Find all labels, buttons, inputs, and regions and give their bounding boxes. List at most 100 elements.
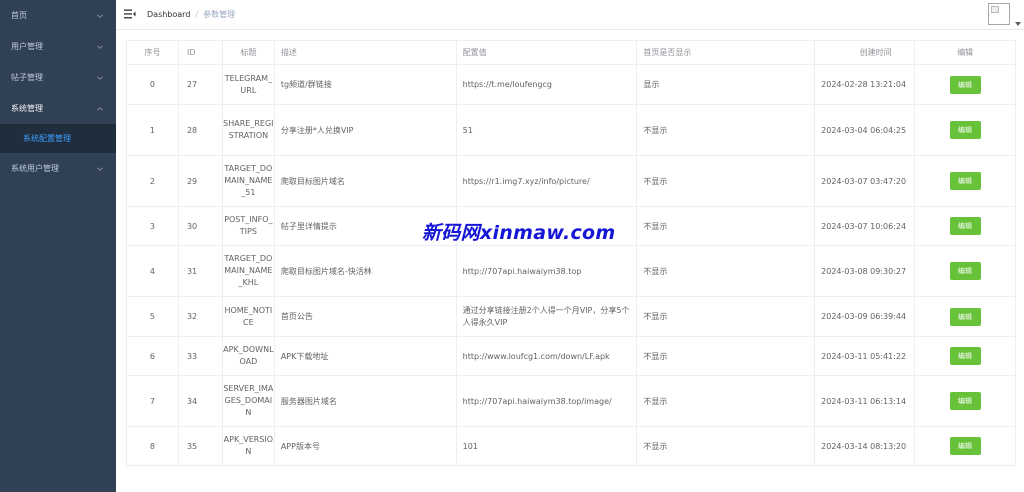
cell-created-time: 2024-03-09 06:39:44 [815, 297, 916, 337]
column-header-index: 序号 [127, 41, 179, 65]
hamburger-icon[interactable] [124, 8, 136, 20]
cell-edit: 编辑 [915, 156, 1016, 207]
cell-title: APK_DOWNLOAD [222, 337, 275, 376]
sidebar-item-label: 系统管理 [11, 104, 43, 113]
cell-title: SHARE_REGISTRATION [222, 105, 275, 156]
cell-title-text: TARGET_DOMAIN_NAME_51 [224, 164, 273, 197]
sidebar-item-system-users[interactable]: 系统用户管理 [0, 153, 116, 184]
cell-description: 爬取目标图片域名 [274, 156, 457, 207]
table-row: 2 29 TARGET_DOMAIN_NAME_51 爬取目标图片域名 http… [127, 156, 1016, 207]
cell-show-on-home: 不显示 [637, 246, 816, 297]
cell-show-on-home: 不显示 [637, 337, 816, 376]
sidebar-item-label: 用户管理 [11, 42, 43, 51]
edit-button[interactable]: 编辑 [949, 217, 981, 235]
cell-created-time: 2024-02-28 13:21:04 [815, 65, 916, 105]
table-row: 0 27 TELEGRAM_URL tg频道/群链接 https://t.me/… [127, 65, 1016, 105]
column-header-value: 配置值 [456, 41, 638, 65]
avatar-dropdown[interactable] [988, 3, 1021, 27]
cell-title: TARGET_DOMAIN_NAME_51 [222, 156, 275, 207]
cell-show-on-home: 显示 [637, 65, 816, 105]
watermark: 新码网xinmaw.com [422, 222, 616, 244]
cell-created-time: 2024-03-08 09:30:27 [815, 246, 916, 297]
edit-button[interactable]: 编辑 [949, 262, 981, 280]
cell-value-text: 通过分享链接注册2个人得一个月VIP，分享5个人得永久VIP [462, 305, 630, 327]
breadcrumb-separator: / [195, 10, 199, 19]
sidebar-item-home[interactable]: 首页 [0, 0, 116, 31]
table-row: 1 28 SHARE_REGISTRATION 分享注册*人兑换VIP 51 不… [127, 105, 1016, 156]
table-row: 6 33 APK_DOWNLOAD APK下载地址 http://www.lou… [127, 337, 1016, 376]
cell-title: SERVER_IMAGES_DOMAIN [222, 376, 275, 427]
sidebar-item-posts[interactable]: 帖子管理 [0, 62, 116, 93]
cell-index: 6 [127, 337, 179, 376]
app-main: 序号 ID 标题 描述 配置值 首页是否显示 创建时间 编辑 0 27 TELE… [116, 30, 1024, 492]
cell-id: 34 [178, 376, 223, 427]
caret-down-icon [1015, 22, 1021, 26]
cell-edit: 编辑 [915, 376, 1016, 427]
cell-id: 30 [178, 207, 223, 246]
cell-title: APK_VERSION [222, 427, 275, 466]
cell-index: 8 [127, 427, 179, 466]
cell-description: 爬取目标图片域名-快活林 [274, 246, 457, 297]
cell-id: 32 [178, 297, 223, 337]
edit-button[interactable]: 编辑 [949, 172, 981, 190]
chevron-down-icon [96, 165, 104, 173]
cell-value: http://707api.haiwaiym38.top/image/ [456, 376, 638, 427]
chevron-down-icon [96, 12, 104, 20]
config-table: 序号 ID 标题 描述 配置值 首页是否显示 创建时间 编辑 0 27 TELE… [126, 40, 1016, 466]
edit-button[interactable]: 编辑 [949, 392, 981, 410]
edit-button[interactable]: 编辑 [949, 75, 981, 94]
cell-created-time: 2024-03-07 10:06:24 [815, 207, 916, 246]
breadcrumb-home[interactable]: Dashboard [147, 10, 190, 19]
cell-edit: 编辑 [915, 246, 1016, 297]
cell-title-text: TELEGRAM_URL [224, 73, 272, 95]
edit-button[interactable]: 编辑 [949, 437, 981, 455]
cell-title: TELEGRAM_URL [222, 65, 275, 105]
cell-description: APK下载地址 [274, 337, 457, 376]
cell-edit: 编辑 [915, 297, 1016, 337]
cell-edit: 编辑 [915, 105, 1016, 156]
sidebar-item-label: 帖子管理 [11, 73, 43, 82]
sidebar-item-users[interactable]: 用户管理 [0, 31, 116, 62]
avatar [988, 3, 1010, 25]
column-header-edit: 编辑 [915, 41, 1016, 65]
cell-edit: 编辑 [915, 337, 1016, 376]
edit-button[interactable]: 编辑 [949, 347, 981, 365]
table-row: 5 32 HOME_NOTICE 首页公告 通过分享链接注册2个人得一个月VIP… [127, 297, 1016, 337]
cell-id: 28 [178, 105, 223, 156]
cell-created-time: 2024-03-04 06:04:25 [815, 105, 916, 156]
cell-id: 29 [178, 156, 223, 207]
sidebar-item-label: 系统配置管理 [23, 134, 71, 143]
column-header-show-on-home: 首页是否显示 [637, 41, 816, 65]
table-row: 8 35 APK_VERSION APP版本号 101 不显示 2024-03-… [127, 427, 1016, 466]
cell-index: 0 [127, 65, 179, 105]
table-row: 7 34 SERVER_IMAGES_DOMAIN 服务器图片域名 http:/… [127, 376, 1016, 427]
chevron-down-icon [96, 74, 104, 82]
cell-index: 7 [127, 376, 179, 427]
cell-id: 27 [178, 65, 223, 105]
breadcrumb-current: 参数管理 [203, 10, 236, 19]
cell-description: 服务器图片域名 [274, 376, 457, 427]
sidebar-item-label: 系统用户管理 [11, 164, 59, 173]
cell-title-text: SERVER_IMAGES_DOMAIN [223, 384, 274, 417]
cell-show-on-home: 不显示 [637, 105, 816, 156]
sidebar-item-system[interactable]: 系统管理 [0, 93, 116, 124]
cell-index: 5 [127, 297, 179, 337]
cell-title-text: TARGET_DOMAIN_NAME_KHL [224, 254, 273, 287]
cell-title-text: APK_VERSION [223, 435, 274, 456]
cell-edit: 编辑 [915, 427, 1016, 466]
column-header-id: ID [178, 41, 223, 65]
cell-edit: 编辑 [915, 65, 1016, 105]
cell-index: 4 [127, 246, 179, 297]
cell-title-text: APK_DOWNLOAD [223, 345, 274, 366]
edit-button[interactable]: 编辑 [949, 307, 981, 326]
cell-description: tg频道/群链接 [274, 65, 457, 105]
cell-created-time: 2024-03-14 08:13:20 [815, 427, 916, 466]
table-header-row: 序号 ID 标题 描述 配置值 首页是否显示 创建时间 编辑 [127, 41, 1016, 65]
cell-index: 1 [127, 105, 179, 156]
edit-button[interactable]: 编辑 [949, 121, 981, 139]
cell-index: 3 [127, 207, 179, 246]
cell-value: http://707api.haiwaiym38.top [456, 246, 638, 297]
sidebar-item-system-config[interactable]: 系统配置管理 [0, 124, 116, 153]
cell-show-on-home: 不显示 [637, 207, 816, 246]
cell-value: 51 [456, 105, 638, 156]
